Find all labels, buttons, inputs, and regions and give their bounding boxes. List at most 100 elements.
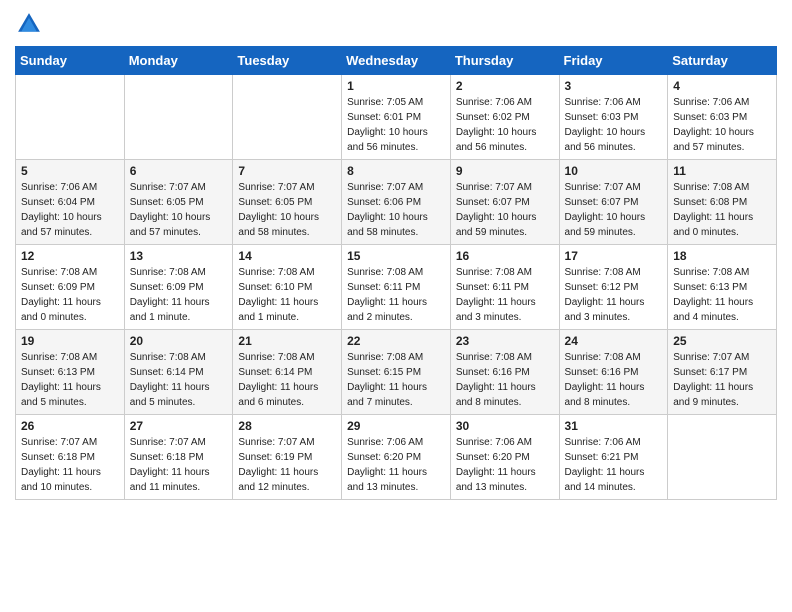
day-number: 20 xyxy=(130,334,228,348)
day-info: Sunrise: 7:06 AM Sunset: 6:02 PM Dayligh… xyxy=(456,95,554,155)
day-cell: 26 Sunrise: 7:07 AM Sunset: 6:18 PM Dayli… xyxy=(16,415,125,500)
day-cell: 13 Sunrise: 7:08 AM Sunset: 6:09 PM Dayli… xyxy=(124,245,233,330)
day-cell: 30 Sunrise: 7:06 AM Sunset: 6:20 PM Dayli… xyxy=(450,415,559,500)
day-cell: 2 Sunrise: 7:06 AM Sunset: 6:02 PM Daylig… xyxy=(450,75,559,160)
week-row-4: 19 Sunrise: 7:08 AM Sunset: 6:13 PM Dayli… xyxy=(16,330,777,415)
day-info: Sunrise: 7:07 AM Sunset: 6:05 PM Dayligh… xyxy=(238,180,336,240)
day-cell: 25 Sunrise: 7:07 AM Sunset: 6:17 PM Dayli… xyxy=(668,330,777,415)
week-row-5: 26 Sunrise: 7:07 AM Sunset: 6:18 PM Dayli… xyxy=(16,415,777,500)
day-info: Sunrise: 7:08 AM Sunset: 6:11 PM Dayligh… xyxy=(456,265,554,325)
header xyxy=(15,10,777,38)
day-cell: 6Sunrise: 7:07 AM Sunset: 6:05 PM Daylig… xyxy=(124,160,233,245)
day-cell: 9 Sunrise: 7:07 AM Sunset: 6:07 PM Daylig… xyxy=(450,160,559,245)
day-number: 15 xyxy=(347,249,445,263)
day-number: 28 xyxy=(238,419,336,433)
day-cell: 18Sunrise: 7:08 AM Sunset: 6:13 PM Dayli… xyxy=(668,245,777,330)
day-info: Sunrise: 7:08 AM Sunset: 6:12 PM Dayligh… xyxy=(565,265,663,325)
day-number: 24 xyxy=(565,334,663,348)
day-cell: 14Sunrise: 7:08 AM Sunset: 6:10 PM Dayli… xyxy=(233,245,342,330)
day-info: Sunrise: 7:08 AM Sunset: 6:09 PM Dayligh… xyxy=(21,265,119,325)
day-info: Sunrise: 7:08 AM Sunset: 6:13 PM Dayligh… xyxy=(21,350,119,410)
day-info: Sunrise: 7:08 AM Sunset: 6:16 PM Dayligh… xyxy=(456,350,554,410)
day-number: 17 xyxy=(565,249,663,263)
calendar-table: SundayMondayTuesdayWednesdayThursdayFrid… xyxy=(15,46,777,500)
day-cell: 7 Sunrise: 7:07 AM Sunset: 6:05 PM Daylig… xyxy=(233,160,342,245)
day-cell: 11Sunrise: 7:08 AM Sunset: 6:08 PM Dayli… xyxy=(668,160,777,245)
day-cell: 16 Sunrise: 7:08 AM Sunset: 6:11 PM Dayli… xyxy=(450,245,559,330)
day-info: Sunrise: 7:08 AM Sunset: 6:09 PM Dayligh… xyxy=(130,265,228,325)
day-number: 4 xyxy=(673,79,771,93)
day-cell: 17 Sunrise: 7:08 AM Sunset: 6:12 PM Dayli… xyxy=(559,245,668,330)
day-info: Sunrise: 7:06 AM Sunset: 6:03 PM Dayligh… xyxy=(673,95,771,155)
day-cell: 31Sunrise: 7:06 AM Sunset: 6:21 PM Dayli… xyxy=(559,415,668,500)
day-number: 16 xyxy=(456,249,554,263)
day-cell: 20 Sunrise: 7:08 AM Sunset: 6:14 PM Dayli… xyxy=(124,330,233,415)
week-row-1: 1Sunrise: 7:05 AM Sunset: 6:01 PM Daylig… xyxy=(16,75,777,160)
weekday-saturday: Saturday xyxy=(668,47,777,75)
day-number: 27 xyxy=(130,419,228,433)
day-number: 25 xyxy=(673,334,771,348)
day-info: Sunrise: 7:08 AM Sunset: 6:14 PM Dayligh… xyxy=(238,350,336,410)
day-info: Sunrise: 7:07 AM Sunset: 6:18 PM Dayligh… xyxy=(21,435,119,495)
day-info: Sunrise: 7:08 AM Sunset: 6:15 PM Dayligh… xyxy=(347,350,445,410)
day-number: 18 xyxy=(673,249,771,263)
day-number: 30 xyxy=(456,419,554,433)
weekday-tuesday: Tuesday xyxy=(233,47,342,75)
day-cell: 21Sunrise: 7:08 AM Sunset: 6:14 PM Dayli… xyxy=(233,330,342,415)
day-number: 14 xyxy=(238,249,336,263)
day-number: 12 xyxy=(21,249,119,263)
day-number: 2 xyxy=(456,79,554,93)
day-number: 11 xyxy=(673,164,771,178)
day-number: 19 xyxy=(21,334,119,348)
day-info: Sunrise: 7:07 AM Sunset: 6:19 PM Dayligh… xyxy=(238,435,336,495)
day-info: Sunrise: 7:08 AM Sunset: 6:14 PM Dayligh… xyxy=(130,350,228,410)
day-number: 9 xyxy=(456,164,554,178)
day-info: Sunrise: 7:06 AM Sunset: 6:04 PM Dayligh… xyxy=(21,180,119,240)
day-info: Sunrise: 7:06 AM Sunset: 6:03 PM Dayligh… xyxy=(565,95,663,155)
day-info: Sunrise: 7:06 AM Sunset: 6:20 PM Dayligh… xyxy=(347,435,445,495)
day-info: Sunrise: 7:07 AM Sunset: 6:17 PM Dayligh… xyxy=(673,350,771,410)
day-number: 6 xyxy=(130,164,228,178)
day-cell: 8 Sunrise: 7:07 AM Sunset: 6:06 PM Daylig… xyxy=(342,160,451,245)
day-number: 13 xyxy=(130,249,228,263)
day-cell xyxy=(16,75,125,160)
day-cell: 23Sunrise: 7:08 AM Sunset: 6:16 PM Dayli… xyxy=(450,330,559,415)
day-cell: 19 Sunrise: 7:08 AM Sunset: 6:13 PM Dayli… xyxy=(16,330,125,415)
day-info: Sunrise: 7:07 AM Sunset: 6:07 PM Dayligh… xyxy=(456,180,554,240)
day-cell: 27 Sunrise: 7:07 AM Sunset: 6:18 PM Dayli… xyxy=(124,415,233,500)
weekday-thursday: Thursday xyxy=(450,47,559,75)
day-number: 8 xyxy=(347,164,445,178)
day-number: 3 xyxy=(565,79,663,93)
day-info: Sunrise: 7:05 AM Sunset: 6:01 PM Dayligh… xyxy=(347,95,445,155)
day-number: 7 xyxy=(238,164,336,178)
day-cell: 3 Sunrise: 7:06 AM Sunset: 6:03 PM Daylig… xyxy=(559,75,668,160)
day-info: Sunrise: 7:06 AM Sunset: 6:20 PM Dayligh… xyxy=(456,435,554,495)
day-cell xyxy=(233,75,342,160)
day-cell: 5 Sunrise: 7:06 AM Sunset: 6:04 PM Daylig… xyxy=(16,160,125,245)
day-info: Sunrise: 7:07 AM Sunset: 6:06 PM Dayligh… xyxy=(347,180,445,240)
day-info: Sunrise: 7:07 AM Sunset: 6:18 PM Dayligh… xyxy=(130,435,228,495)
day-cell xyxy=(124,75,233,160)
weekday-friday: Friday xyxy=(559,47,668,75)
day-cell xyxy=(668,415,777,500)
day-cell: 1Sunrise: 7:05 AM Sunset: 6:01 PM Daylig… xyxy=(342,75,451,160)
day-cell: 29 Sunrise: 7:06 AM Sunset: 6:20 PM Dayli… xyxy=(342,415,451,500)
day-info: Sunrise: 7:08 AM Sunset: 6:16 PM Dayligh… xyxy=(565,350,663,410)
day-info: Sunrise: 7:07 AM Sunset: 6:07 PM Dayligh… xyxy=(565,180,663,240)
weekday-wednesday: Wednesday xyxy=(342,47,451,75)
day-number: 5 xyxy=(21,164,119,178)
day-number: 31 xyxy=(565,419,663,433)
week-row-2: 5 Sunrise: 7:06 AM Sunset: 6:04 PM Daylig… xyxy=(16,160,777,245)
day-number: 26 xyxy=(21,419,119,433)
logo-icon xyxy=(15,10,43,38)
week-row-3: 12 Sunrise: 7:08 AM Sunset: 6:09 PM Dayli… xyxy=(16,245,777,330)
day-number: 10 xyxy=(565,164,663,178)
day-cell: 4 Sunrise: 7:06 AM Sunset: 6:03 PM Daylig… xyxy=(668,75,777,160)
day-info: Sunrise: 7:08 AM Sunset: 6:11 PM Dayligh… xyxy=(347,265,445,325)
day-cell: 28 Sunrise: 7:07 AM Sunset: 6:19 PM Dayli… xyxy=(233,415,342,500)
weekday-header-row: SundayMondayTuesdayWednesdayThursdayFrid… xyxy=(16,47,777,75)
day-cell: 10 Sunrise: 7:07 AM Sunset: 6:07 PM Dayli… xyxy=(559,160,668,245)
weekday-sunday: Sunday xyxy=(16,47,125,75)
day-number: 29 xyxy=(347,419,445,433)
day-cell: 24 Sunrise: 7:08 AM Sunset: 6:16 PM Dayli… xyxy=(559,330,668,415)
